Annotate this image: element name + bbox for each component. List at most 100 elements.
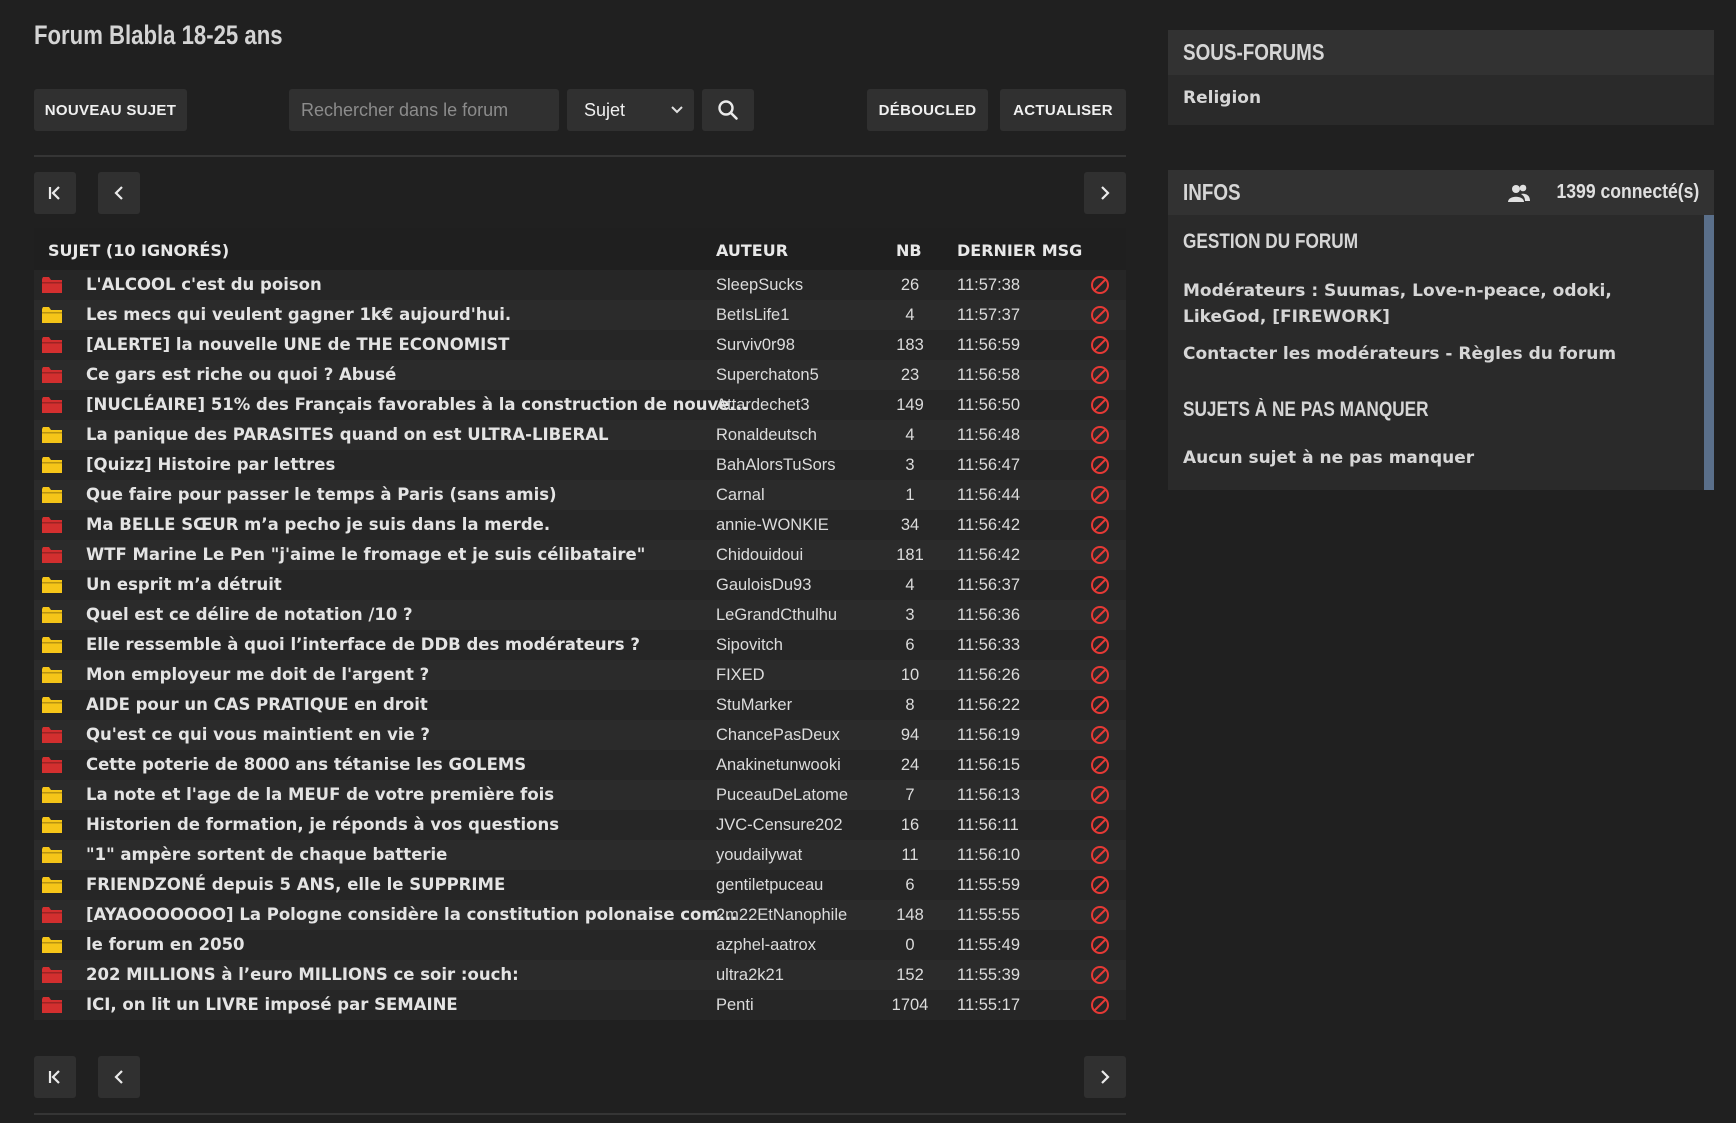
topic-author-link[interactable]: azphel-aatrox (716, 936, 816, 955)
topic-last-message-time[interactable]: 11:56:48 (957, 426, 1020, 445)
topic-author-link[interactable]: Carnal (716, 486, 765, 505)
next-page-button[interactable] (1084, 172, 1126, 214)
topic-author-link[interactable]: annie-WONKIE (716, 516, 829, 535)
topic-title-link[interactable]: Mon employeur me doit de l'argent ? (86, 665, 429, 684)
topic-last-message-time[interactable]: 11:56:42 (957, 546, 1020, 565)
topic-last-message-time[interactable]: 11:56:58 (957, 366, 1020, 385)
topic-last-message-time[interactable]: 11:56:37 (957, 576, 1020, 595)
table-row[interactable]: Mon employeur me doit de l'argent ? FIXED… (34, 660, 1126, 690)
table-row[interactable]: le forum en 2050 azphel-aatrox 0 11:55:49 (34, 930, 1126, 960)
table-row[interactable]: AIDE pour un CAS PRATIQUE en droit StuMar… (34, 690, 1126, 720)
topic-title-link[interactable]: ICI, on lit un LIVRE imposé par SEMAINE (86, 995, 458, 1014)
topic-title-link[interactable]: 202 MILLIONS à l’euro MILLIONS ce soir :… (86, 965, 519, 984)
topic-last-message-time[interactable]: 11:56:44 (957, 486, 1020, 505)
topic-title-link[interactable]: le forum en 2050 (86, 935, 245, 954)
topic-title-link[interactable]: FRIENDZONÉ depuis 5 ANS, elle le SUPPRIM… (86, 875, 505, 894)
topic-last-message-time[interactable]: 11:56:22 (957, 696, 1020, 715)
topic-last-message-time[interactable]: 11:56:50 (957, 396, 1020, 415)
table-row[interactable]: ICI, on lit un LIVRE imposé par SEMAINE P… (34, 990, 1126, 1020)
ignore-topic-icon[interactable] (1090, 335, 1110, 355)
topic-title-link[interactable]: Qu'est ce qui vous maintient en vie ? (86, 725, 430, 744)
next-page-button-bottom[interactable] (1084, 1056, 1126, 1098)
topic-author-link[interactable]: Attardechet3 (716, 396, 810, 415)
ignore-topic-icon[interactable] (1090, 605, 1110, 625)
ignore-topic-icon[interactable] (1090, 815, 1110, 835)
topic-title-link[interactable]: "1" ampère sortent de chaque batterie (86, 845, 447, 864)
topic-title-link[interactable]: [Quizz] Histoire par lettres (86, 455, 335, 474)
table-row[interactable]: La panique des PARASITES quand on est UL… (34, 420, 1126, 450)
ignore-topic-icon[interactable] (1090, 695, 1110, 715)
table-row[interactable]: Ce gars est riche ou quoi ? Abusé Superch… (34, 360, 1126, 390)
topic-title-link[interactable]: Elle ressemble à quoi l’interface de DDB… (86, 635, 640, 654)
topic-title-link[interactable]: WTF Marine Le Pen "j'aime le fromage et … (86, 545, 645, 564)
ignore-topic-icon[interactable] (1090, 755, 1110, 775)
ignore-topic-icon[interactable] (1090, 455, 1110, 475)
ignore-topic-icon[interactable] (1090, 785, 1110, 805)
topic-last-message-time[interactable]: 11:55:55 (957, 906, 1020, 925)
previous-page-button-bottom[interactable] (98, 1056, 140, 1098)
topic-author-link[interactable]: BahAlorsTuSors (716, 456, 836, 475)
topic-title-link[interactable]: Ma BELLE SŒUR m’a pecho je suis dans la … (86, 515, 550, 534)
topic-title-link[interactable]: Ce gars est riche ou quoi ? Abusé (86, 365, 396, 384)
topic-author-link[interactable]: StuMarker (716, 696, 792, 715)
topic-author-link[interactable]: BetIsLife1 (716, 306, 789, 325)
ignore-topic-icon[interactable] (1090, 875, 1110, 895)
table-row[interactable]: Un esprit m’a détruit GauloisDu93 4 11:56:3… (34, 570, 1126, 600)
topic-last-message-time[interactable]: 11:57:38 (957, 276, 1020, 295)
topic-author-link[interactable]: Superchaton5 (716, 366, 819, 385)
ignore-topic-icon[interactable] (1090, 395, 1110, 415)
topic-author-link[interactable]: LeGrandCthulhu (716, 606, 837, 625)
topic-author-link[interactable]: GauloisDu93 (716, 576, 811, 595)
topic-title-link[interactable]: L'ALCOOL c'est du poison (86, 275, 322, 294)
topic-last-message-time[interactable]: 11:56:10 (957, 846, 1020, 865)
first-page-button-bottom[interactable] (34, 1056, 76, 1098)
topic-last-message-time[interactable]: 11:55:49 (957, 936, 1020, 955)
topic-title-link[interactable]: Cette poterie de 8000 ans tétanise les G… (86, 755, 526, 774)
topic-author-link[interactable]: ChancePasDeux (716, 726, 840, 745)
first-page-button[interactable] (34, 172, 76, 214)
topic-last-message-time[interactable]: 11:56:11 (957, 816, 1019, 835)
ignore-topic-icon[interactable] (1090, 665, 1110, 685)
topic-title-link[interactable]: La note et l'age de la MEUF de votre pre… (86, 785, 554, 804)
previous-page-button[interactable] (98, 172, 140, 214)
topic-author-link[interactable]: FIXED (716, 666, 765, 685)
topic-last-message-time[interactable]: 11:56:15 (957, 756, 1020, 775)
scrollbar[interactable] (1704, 215, 1714, 490)
topic-title-link[interactable]: Quel est ce délire de notation /10 ? (86, 605, 413, 624)
topic-title-link[interactable]: Les mecs qui veulent gagner 1k€ aujourd'… (86, 305, 511, 324)
topic-title-link[interactable]: Un esprit m’a détruit (86, 575, 282, 594)
topic-author-link[interactable]: Penti (716, 996, 754, 1015)
ignore-topic-icon[interactable] (1090, 425, 1110, 445)
topic-author-link[interactable]: gentiletpuceau (716, 876, 823, 895)
new-topic-button[interactable]: NOUVEAU SUJET (34, 89, 187, 131)
topic-last-message-time[interactable]: 11:56:59 (957, 336, 1020, 355)
table-row[interactable]: Quel est ce délire de notation /10 ? LeGr… (34, 600, 1126, 630)
table-row[interactable]: Ma BELLE SŒUR m’a pecho je suis dans la … (34, 510, 1126, 540)
topic-author-link[interactable]: PuceauDeLatome (716, 786, 848, 805)
table-row[interactable]: Les mecs qui veulent gagner 1k€ aujourd'… (34, 300, 1126, 330)
table-row[interactable]: Historien de formation, je réponds à vos… (34, 810, 1126, 840)
ignore-topic-icon[interactable] (1090, 545, 1110, 565)
ignore-topic-icon[interactable] (1090, 485, 1110, 505)
table-row[interactable]: "1" ampère sortent de chaque batterie you… (34, 840, 1126, 870)
topic-title-link[interactable]: [NUCLÉAIRE] 51% des Français favorables … (86, 395, 748, 414)
topic-last-message-time[interactable]: 11:56:42 (957, 516, 1020, 535)
table-row[interactable]: [NUCLÉAIRE] 51% des Français favorables … (34, 390, 1126, 420)
table-row[interactable]: [ALERTE] la nouvelle UNE de THE ECONOMIS… (34, 330, 1126, 360)
refresh-button[interactable]: ACTUALISER (1000, 89, 1126, 131)
topic-title-link[interactable]: [ALERTE] la nouvelle UNE de THE ECONOMIS… (86, 335, 509, 354)
ignore-topic-icon[interactable] (1090, 935, 1110, 955)
topic-last-message-time[interactable]: 11:56:36 (957, 606, 1020, 625)
topic-last-message-time[interactable]: 11:56:13 (957, 786, 1020, 805)
topic-last-message-time[interactable]: 11:55:59 (957, 876, 1020, 895)
topic-last-message-time[interactable]: 11:56:33 (957, 636, 1020, 655)
search-input[interactable] (289, 89, 559, 131)
search-scope-select[interactable]: Sujet (567, 89, 694, 131)
topic-title-link[interactable]: AIDE pour un CAS PRATIQUE en droit (86, 695, 428, 714)
ignore-topic-icon[interactable] (1090, 725, 1110, 745)
search-button[interactable] (702, 89, 754, 131)
ignore-topic-icon[interactable] (1090, 995, 1110, 1015)
table-row[interactable]: WTF Marine Le Pen "j'aime le fromage et … (34, 540, 1126, 570)
topic-author-link[interactable]: SleepSucks (716, 276, 803, 295)
table-row[interactable]: Que faire pour passer le temps à Paris (… (34, 480, 1126, 510)
